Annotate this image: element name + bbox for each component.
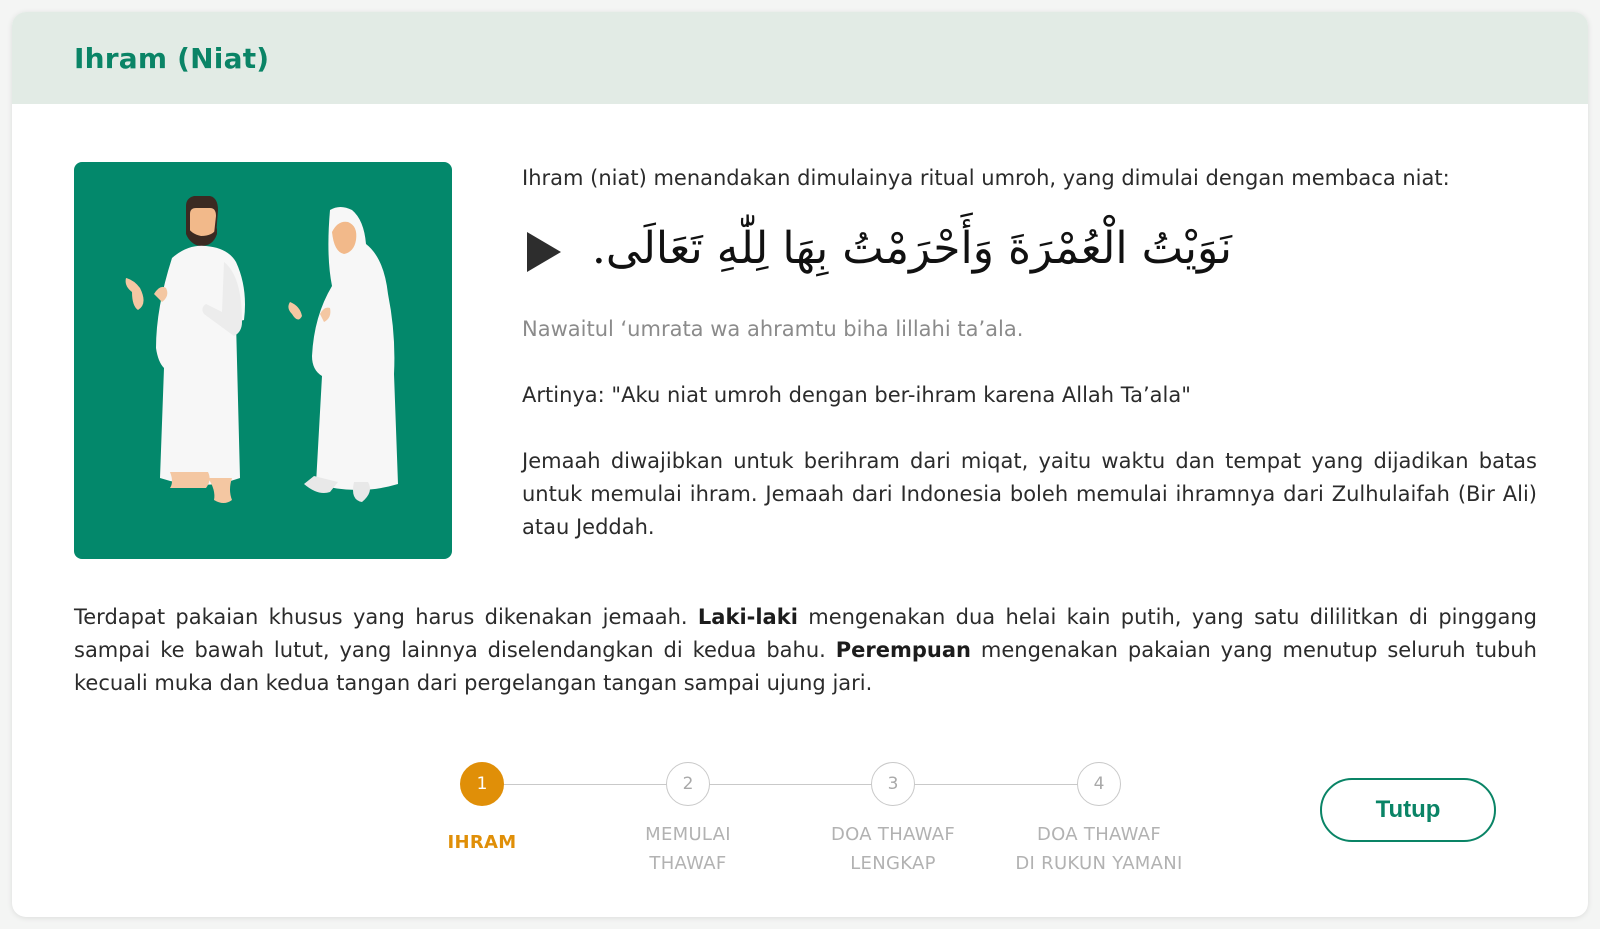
- step-number: 3: [871, 762, 915, 806]
- niat-meaning: Artinya: "Aku niat umroh dengan ber-ihra…: [522, 383, 1191, 407]
- step-doa-rukun-yamani[interactable]: 4 DOA THAWAF DI RUKUN YAMANI: [989, 742, 1209, 878]
- ihram-illustration: [74, 162, 452, 559]
- clothing-text-1: Terdapat pakaian khusus yang harus diken…: [74, 605, 698, 629]
- step-number: 4: [1077, 762, 1121, 806]
- modal-title: Ihram (Niat): [74, 41, 270, 75]
- step-label: DOA THAWAF LENGKAP: [783, 820, 1003, 878]
- step-ihram[interactable]: 1 IHRAM: [372, 742, 592, 857]
- modal-header: Ihram (Niat): [12, 12, 1588, 104]
- step-label-line: LENGKAP: [850, 853, 936, 874]
- intro-text: Ihram (niat) menandakan dimulainya ritua…: [522, 166, 1450, 190]
- ritual-stepper: 1 IHRAM 2 MEMULAI THAWAF 3 DOA THAWAF LE…: [402, 742, 1282, 882]
- step-label: IHRAM: [372, 828, 592, 857]
- ihram-modal: Ihram (Niat) Ihram (niat) menandakan dim…: [12, 12, 1588, 917]
- miqat-description: Jemaah diwajibkan untuk berihram dari mi…: [522, 449, 1537, 539]
- play-icon: [527, 232, 561, 272]
- women-label: Perempuan: [835, 638, 971, 662]
- step-label-line: DOA THAWAF: [830, 824, 956, 845]
- step-memulai-thawaf[interactable]: 2 MEMULAI THAWAF: [578, 742, 798, 878]
- niat-arabic-text: نَوَيْتُ الْعُمْرَةَ وَأَحْرَمْتُ بِهَا …: [591, 223, 1232, 274]
- step-doa-thawaf-lengkap[interactable]: 3 DOA THAWAF LENGKAP: [783, 742, 1003, 878]
- step-label-line: IHRAM: [447, 832, 517, 853]
- male-pilgrim-figure: [125, 196, 245, 503]
- step-label: MEMULAI THAWAF: [578, 820, 798, 878]
- step-number: 2: [666, 762, 710, 806]
- step-number: 1: [460, 762, 504, 806]
- step-label-line: MEMULAI: [645, 824, 731, 845]
- close-button[interactable]: Tutup: [1320, 778, 1496, 842]
- female-pilgrim-figure: [288, 207, 398, 502]
- clothing-description: Terdapat pakaian khusus yang harus diken…: [74, 601, 1537, 700]
- niat-audio-row: نَوَيْتُ الْعُمْرَةَ وَأَحْرَمْتُ بِهَا …: [522, 201, 1537, 301]
- niat-transliteration: Nawaitul ‘umrata wa ahramtu biha lillahi…: [522, 317, 1024, 341]
- step-label-line: THAWAF: [649, 853, 727, 874]
- play-button[interactable]: [524, 229, 564, 275]
- niat-text-column: Ihram (niat) menandakan dimulainya ritua…: [522, 162, 1537, 544]
- step-label-line: DI RUKUN YAMANI: [1015, 853, 1183, 874]
- men-label: Laki-laki: [697, 605, 798, 629]
- step-label: DOA THAWAF DI RUKUN YAMANI: [989, 820, 1209, 878]
- pilgrims-illustration: [125, 196, 398, 503]
- step-label-line: DOA THAWAF: [1036, 824, 1162, 845]
